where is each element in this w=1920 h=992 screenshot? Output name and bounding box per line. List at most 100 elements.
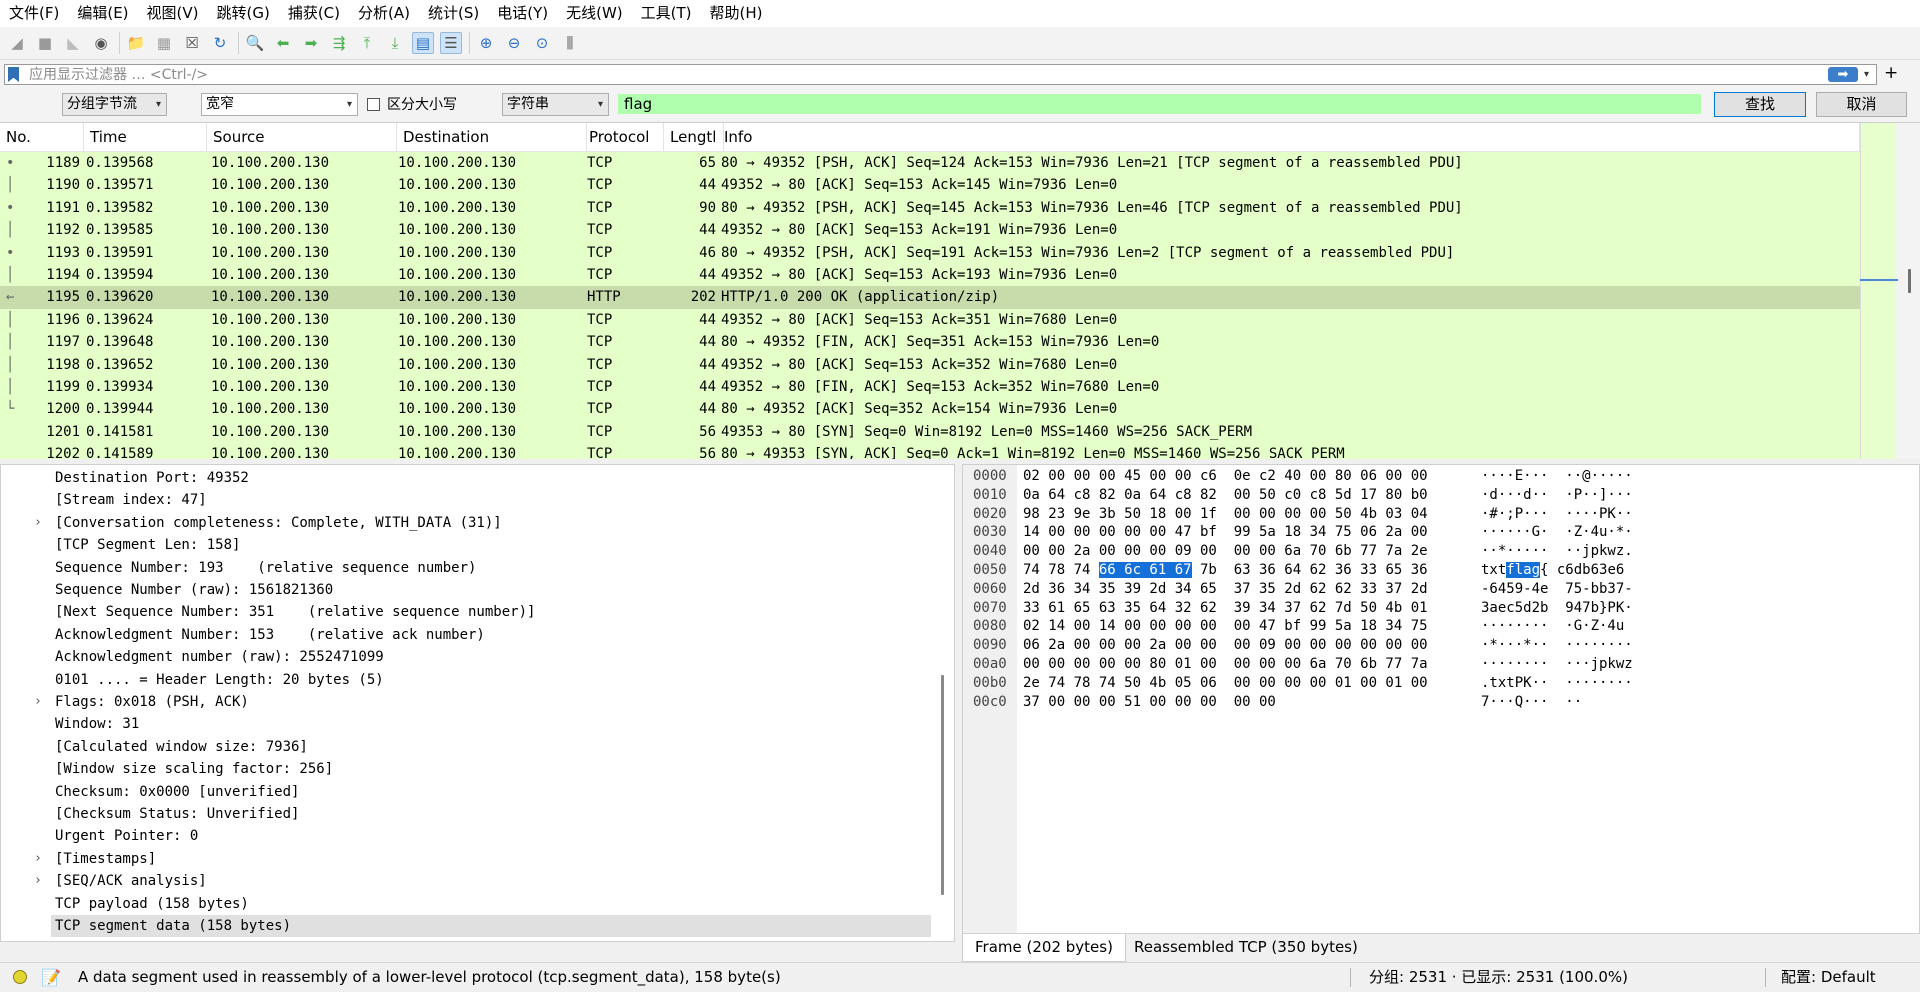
menu-item[interactable]: 跳转(G) [208,0,279,27]
detail-row[interactable]: [Stream index: 47] [1,489,936,511]
cancel-button[interactable]: 取消 [1816,92,1907,117]
bytes-row[interactable]: 00c0 37 00 00 00 51 00 00 00 00 00 7···Q··… [963,693,1913,712]
display-filter-input[interactable] [29,65,1809,84]
details-vertical-scrollbar[interactable] [941,675,944,895]
column-header[interactable]: Destination [397,123,587,151]
bytes-row[interactable]: 00b0 2e 74 78 74 50 4b 05 06 00 00 00 00 … [963,674,1913,693]
menu-item[interactable]: 帮助(H) [701,0,772,27]
bookmark-icon[interactable] [8,67,19,82]
bytes-row[interactable]: 0090 06 2a 00 00 00 2a 00 00 00 09 00 00 … [963,636,1913,655]
detail-row[interactable]: › [Conversation completeness: Complete, W… [1,512,936,534]
detail-row[interactable]: Sequence Number: 193 (relative sequence … [1,557,936,579]
bytes-row[interactable]: 0000 02 00 00 00 45 00 00 c6 0e c2 40 00 … [963,467,1913,486]
tab-frame-bytes[interactable]: Frame (202 bytes) [962,934,1126,962]
packet-row[interactable]: • 1193 0.139591 10.100.200.130 10.100.200.13… [0,241,1860,264]
find-input[interactable]: flag [618,94,1701,114]
apply-filter-button[interactable]: ➡ [1828,67,1858,82]
go-back-icon[interactable]: ⬅ [272,32,294,54]
expand-chevron-icon[interactable]: › [34,848,42,870]
bytes-row[interactable]: 0030 14 00 00 00 00 00 47 bf 99 5a 18 34 … [963,523,1913,542]
tab-reassembled-tcp[interactable]: Reassembled TCP (350 bytes) [1122,934,1370,961]
char-width-select[interactable]: 宽窄 ▾ [201,93,358,116]
menu-item[interactable]: 文件(F) [0,0,68,27]
close-file-icon[interactable]: ☒ [181,32,203,54]
menu-item[interactable]: 视图(V) [138,0,208,27]
expand-chevron-icon[interactable]: › [34,870,42,892]
packet-row[interactable]: │ 1194 0.139594 10.100.200.130 10.100.200.13… [0,263,1860,287]
column-header[interactable]: Source [207,123,397,151]
packet-row[interactable]: • 1189 0.139568 10.100.200.130 10.100.200.13… [0,152,1860,175]
go-to-packet-icon[interactable]: ⇶ [328,32,350,54]
reload-file-icon[interactable]: ↻ [209,32,231,54]
case-sensitive-checkbox[interactable] [367,98,380,111]
capture-comment-icon[interactable]: 📝 [41,963,61,992]
zoom-in-icon[interactable]: ⊕ [475,32,497,54]
bytes-row[interactable]: 0080 02 14 00 14 00 00 00 00 00 47 bf 99 … [963,617,1913,636]
menu-item[interactable]: 工具(T) [632,0,701,27]
column-header[interactable]: No. [0,123,84,151]
chevron-down-icon[interactable]: ▾ [1864,65,1869,84]
packet-row[interactable]: │ 1190 0.139571 10.100.200.130 10.100.200.13… [0,174,1860,197]
packet-row[interactable]: │ 1196 0.139624 10.100.200.130 10.100.200.13… [0,308,1860,332]
scrollbar-thumb[interactable] [1908,269,1911,293]
column-header[interactable]: Time [84,123,207,151]
bytes-row[interactable]: 0050 74 78 74 66 6c 61 67 7b 63 36 64 62 … [963,561,1913,580]
detail-row[interactable]: [Next Sequence Number: 351 (relative seq… [1,601,936,623]
column-header[interactable]: Protocol [583,123,664,151]
colorize-icon[interactable]: ☰ [440,32,462,54]
packet-row[interactable]: │ 1198 0.139652 10.100.200.130 10.100.200.13… [0,353,1860,376]
go-last-icon[interactable]: ⤓ [384,32,406,54]
packet-row[interactable]: │ 1192 0.139585 10.100.200.130 10.100.200.13… [0,219,1860,242]
packet-row[interactable]: │ 1199 0.139934 10.100.200.130 10.100.200.13… [0,375,1860,399]
expand-chevron-icon[interactable]: › [34,691,42,713]
profile-label[interactable]: 配置: Default [1781,963,1876,992]
capture-options-icon[interactable]: ◉ [90,32,112,54]
bytes-row[interactable]: 0070 33 61 65 63 35 64 32 62 39 34 37 62 … [963,599,1913,618]
detail-row[interactable]: TCP segment data (158 bytes) [51,915,931,937]
go-first-icon[interactable]: ⤒ [356,32,378,54]
packet-row[interactable]: • 1191 0.139582 10.100.200.130 10.100.200.13… [0,196,1860,220]
detail-row[interactable]: 0101 .... = Header Length: 20 bytes (5) [1,669,936,691]
menu-item[interactable]: 电话(Y) [488,0,557,27]
search-type-select[interactable]: 字符串 ▾ [502,93,609,116]
go-forward-icon[interactable]: ➡ [300,32,322,54]
save-file-icon[interactable]: ▦ [153,32,175,54]
auto-scroll-icon[interactable]: ▤ [412,32,434,54]
detail-row[interactable]: TCP payload (158 bytes) [1,893,936,915]
find-button[interactable]: 查找 [1714,92,1806,117]
bytes-row[interactable]: 0020 98 23 9e 3b 50 18 00 1f 00 00 00 00 … [963,505,1913,524]
open-file-icon[interactable]: 📁 [125,32,147,54]
detail-row[interactable]: Window: 31 [1,713,936,735]
detail-row[interactable]: Destination Port: 49352 [1,467,936,489]
packet-row[interactable]: 1202 0.141589 10.100.200.130 10.100.200.130… [0,443,1860,459]
detail-row[interactable]: [TCP Segment Len: 158] [1,534,936,556]
detail-row[interactable]: Acknowledgment Number: 153 (relative ack… [1,624,936,646]
packet-row[interactable]: 1201 0.141581 10.100.200.130 10.100.200.130… [0,420,1860,444]
detail-row[interactable]: [Calculated window size: 7936] [1,736,936,758]
column-header[interactable]: Info [718,123,1860,151]
detail-row[interactable]: › [SEQ/ACK analysis] [1,870,936,892]
find-packet-icon[interactable]: 🔍 [244,32,266,54]
shark-fin-start-icon[interactable]: ◢ [6,32,28,54]
detail-row[interactable]: Checksum: 0x0000 [unverified] [1,781,936,803]
menu-item[interactable]: 统计(S) [419,0,488,27]
column-header[interactable]: Lengtl [664,123,724,151]
zoom-out-icon[interactable]: ⊖ [503,32,525,54]
detail-row[interactable]: [Checksum Status: Unverified] [1,803,936,825]
detail-row[interactable]: Urgent Pointer: 0 [1,825,936,847]
menu-item[interactable]: 捕获(C) [279,0,349,27]
restart-capture-icon[interactable]: ◣ [62,32,84,54]
resize-columns-icon[interactable]: ⫼ [559,32,581,54]
packet-row[interactable]: │ 1197 0.139648 10.100.200.130 10.100.200.13… [0,331,1860,354]
stop-capture-icon[interactable]: ■ [34,32,56,54]
zoom-normal-icon[interactable]: ⊙ [531,32,553,54]
detail-row[interactable]: › [Timestamps] [1,848,936,870]
packet-row[interactable]: └ 1200 0.139944 10.100.200.130 10.100.200.13… [0,398,1860,421]
expand-chevron-icon[interactable]: › [34,512,42,534]
search-scope-select[interactable]: 分组字节流 ▾ [62,93,167,116]
detail-row[interactable]: Acknowledgment number (raw): 2552471099 [1,646,936,668]
bytes-row[interactable]: 00a0 00 00 00 00 00 80 01 00 00 00 00 6a … [963,655,1913,674]
bytes-row[interactable]: 0060 2d 36 34 35 39 2d 34 65 37 35 2d 62 … [963,580,1913,599]
expert-info-icon[interactable] [13,970,27,984]
menu-item[interactable]: 编辑(E) [68,0,137,27]
